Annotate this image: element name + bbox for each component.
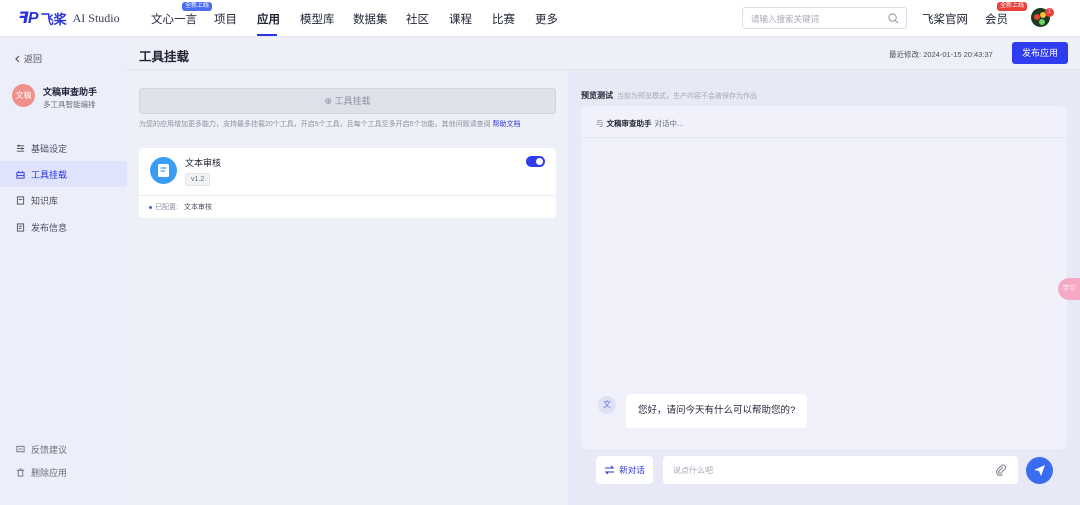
publish-app-button[interactable]: 发布应用 bbox=[1012, 42, 1068, 64]
active-nav-underline bbox=[257, 34, 277, 36]
app-description: 多工具智能编排 bbox=[43, 100, 96, 109]
tool-enable-toggle[interactable] bbox=[526, 156, 545, 167]
new-badge: 全新上线 bbox=[182, 2, 213, 11]
paperclip-icon[interactable] bbox=[995, 464, 1007, 476]
sidebar-item-label: 工具挂载 bbox=[31, 169, 68, 180]
document-check-icon bbox=[150, 157, 177, 184]
send-icon bbox=[1034, 465, 1045, 476]
chat-with-prefix: 与 bbox=[596, 119, 604, 128]
tool-name: 文本审核 bbox=[185, 158, 222, 168]
notification-badge: 1 bbox=[1045, 8, 1054, 17]
search-icon[interactable] bbox=[888, 13, 899, 24]
tool-version: v1.2 bbox=[185, 173, 211, 186]
sidebar-item-label: 基础设定 bbox=[31, 143, 68, 154]
divider bbox=[139, 195, 556, 196]
nav-item-wenxin[interactable]: 文心一言 bbox=[151, 11, 197, 27]
last-modified-label: 最近修改: bbox=[889, 50, 922, 59]
help-doc-link[interactable]: 帮助文档 bbox=[493, 121, 521, 128]
chat-input-placeholder: 说点什么吧 bbox=[673, 466, 713, 475]
book-icon bbox=[16, 195, 25, 205]
member-new-badge: 全新上线 bbox=[997, 2, 1028, 11]
nav-item-models[interactable]: 模型库 bbox=[300, 11, 335, 27]
logo[interactable]: ꟻP 飞桨 AI Studio bbox=[18, 8, 120, 28]
sliders-icon bbox=[16, 144, 25, 152]
back-label: 返回 bbox=[24, 54, 43, 64]
chat-with-suffix: 对话中... bbox=[654, 119, 684, 128]
send-button[interactable] bbox=[1026, 457, 1053, 484]
page-title: 工具挂载 bbox=[139, 50, 190, 64]
floating-assistant-tab[interactable]: 学习 bbox=[1058, 278, 1080, 300]
sidebar-item-tool-mount[interactable]: 工具挂载 bbox=[0, 161, 127, 187]
delete-app-label: 删除应用 bbox=[31, 468, 68, 478]
new-chat-button[interactable]: 新对话 bbox=[596, 456, 653, 484]
nav-official-site[interactable]: 飞桨官网 bbox=[922, 11, 968, 27]
page-header: 工具挂载 最近修改: 2024-01-15 20:43:37 发布应用 bbox=[127, 37, 1080, 70]
bot-avatar: 文 bbox=[598, 396, 616, 414]
logo-name-cn: 飞桨 bbox=[40, 11, 67, 27]
tool-config-label: 已配置: bbox=[155, 204, 178, 211]
tool-mount-panel: ⊕ 工具挂载 为您的应用增加更多能力，支持最多挂载20个工具，开启5个工具，且每… bbox=[127, 70, 568, 505]
last-modified-value: 2024-01-15 20:43:37 bbox=[923, 50, 993, 59]
chat-with-name: 文稿审查助手 bbox=[606, 119, 652, 128]
app-avatar: 文稿 bbox=[12, 84, 35, 107]
logo-mark: ꟻP bbox=[18, 10, 39, 27]
top-navbar: ꟻP 飞桨 AI Studio 文心一言 全新上线 项目 应用 模型库 数据集 … bbox=[0, 0, 1080, 37]
nav-member[interactable]: 会员 bbox=[985, 11, 1008, 27]
chevron-left-icon bbox=[15, 55, 20, 62]
sidebar-item-label: 知识库 bbox=[31, 195, 59, 206]
chat-with: 与文稿审查助手 对话中... bbox=[596, 118, 683, 129]
preview-title: 预览测试 bbox=[581, 91, 613, 100]
nav-item-projects[interactable]: 项目 bbox=[214, 11, 237, 27]
preview-panel: 预览测试 当前为预览模式，生产内容不会被保存为作品 与文稿审查助手 对话中... 文… bbox=[568, 70, 1080, 505]
trash-icon bbox=[16, 468, 25, 477]
nav-item-community[interactable]: 社区 bbox=[406, 11, 429, 27]
feedback-label: 反馈建议 bbox=[31, 445, 68, 455]
tool-icon bbox=[16, 170, 25, 179]
nav-item-more[interactable]: 更多 bbox=[535, 11, 558, 27]
sidebar-item-publish-info[interactable]: 发布信息 bbox=[0, 214, 127, 240]
nav-item-datasets[interactable]: 数据集 bbox=[353, 11, 388, 27]
chat-area: 与文稿审查助手 对话中... 文 您好，请问今天有什么可以帮助您的? bbox=[581, 106, 1067, 449]
feedback-icon bbox=[16, 445, 25, 453]
last-modified: 最近修改: 2024-01-15 20:43:37 bbox=[889, 49, 993, 60]
bot-message: 您好，请问今天有什么可以帮助您的? bbox=[626, 394, 808, 428]
new-chat-icon bbox=[604, 465, 615, 475]
sidebar-item-knowledge-base[interactable]: 知识库 bbox=[0, 187, 127, 213]
nav-item-apps[interactable]: 应用 bbox=[257, 11, 280, 27]
new-chat-label: 新对话 bbox=[619, 465, 645, 475]
search-input[interactable]: 请输入搜索关键词 bbox=[751, 13, 819, 25]
publish-icon bbox=[16, 222, 25, 232]
sidebar-item-label: 发布信息 bbox=[31, 222, 68, 233]
feedback-button[interactable]: 反馈建议 bbox=[16, 443, 67, 456]
mount-tool-button[interactable]: ⊕ 工具挂载 bbox=[139, 88, 556, 114]
nav-item-courses[interactable]: 课程 bbox=[449, 11, 472, 27]
preview-header: 预览测试 当前为预览模式，生产内容不会被保存为作品 bbox=[581, 90, 757, 101]
delete-app-button[interactable]: 删除应用 bbox=[16, 466, 67, 479]
back-button[interactable]: 返回 bbox=[14, 52, 42, 65]
chat-input[interactable]: 说点什么吧 bbox=[663, 456, 1018, 484]
nav-item-competitions[interactable]: 比赛 bbox=[492, 11, 515, 27]
search-box[interactable]: 请输入搜索关键词 bbox=[742, 7, 907, 29]
divider bbox=[581, 137, 1067, 138]
app-name: 文稿审查助手 bbox=[43, 87, 98, 97]
sidebar-item-basic-settings[interactable]: 基础设定 bbox=[0, 135, 127, 161]
left-sidebar: 返回 文稿 文稿审查助手 多工具智能编排 基础设定 工具挂载 知识库 发布信息 … bbox=[0, 37, 127, 505]
tool-config-value: 文本审核 bbox=[183, 204, 212, 211]
status-dot bbox=[149, 205, 152, 209]
tool-config: 已配置: 文本审核 bbox=[149, 202, 212, 212]
logo-name-en: AI Studio bbox=[72, 10, 120, 25]
preview-subtitle: 当前为预览模式，生产内容不会被保存为作品 bbox=[617, 93, 757, 100]
mount-hint-text: 为您的应用增加更多能力，支持最多挂载20个工具，开启5个工具，且每个工具至多开启… bbox=[139, 121, 491, 128]
tool-card[interactable]: 文本审核 v1.2 已配置: 文本审核 bbox=[139, 148, 556, 218]
mount-hint: 为您的应用增加更多能力，支持最多挂载20个工具，开启5个工具，且每个工具至多开启… bbox=[139, 119, 556, 130]
